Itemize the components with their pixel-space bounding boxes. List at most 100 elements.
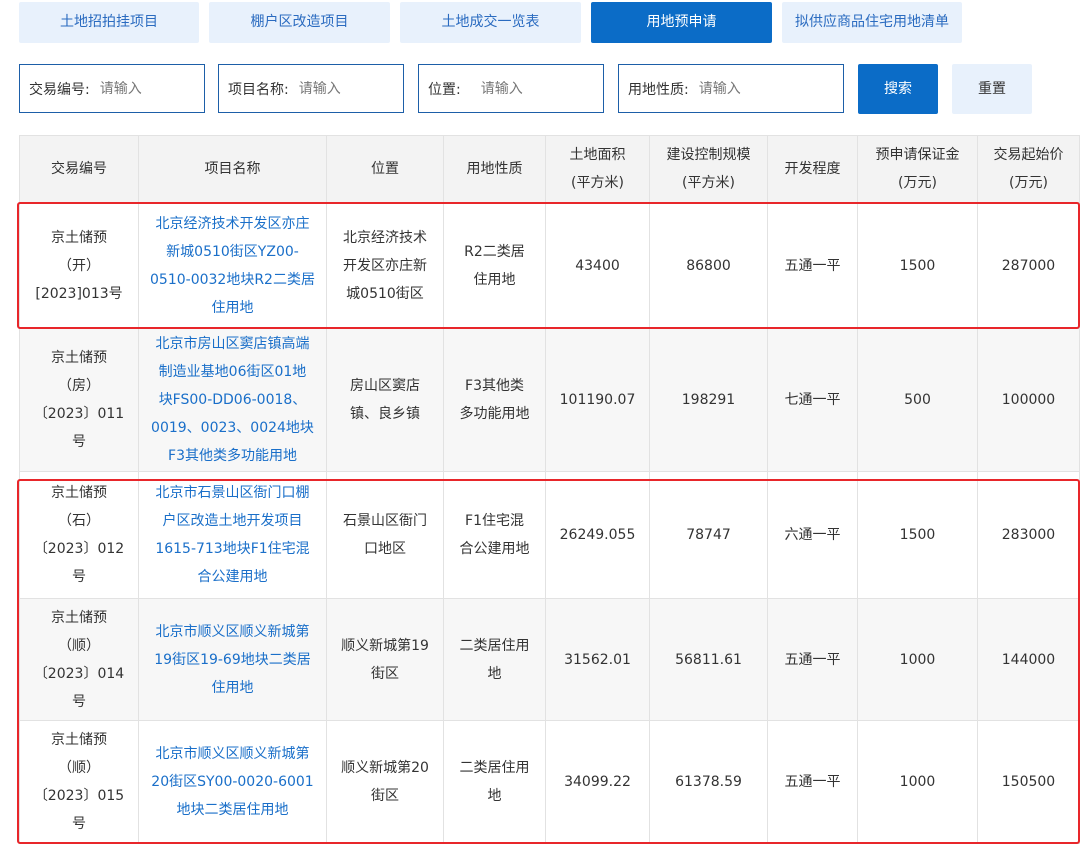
project-name-link[interactable]: 北京市顺义区顺义新城第 20街区SY00-0020-6001 地块二类居住用地	[138, 720, 327, 844]
project-name-link[interactable]: 北京经济技术开发区亦庄 新城0510街区YZ00- 0510-0032地块R2二类居…	[138, 202, 327, 329]
build-scale-cell: 198291	[649, 328, 768, 472]
project-name-link-line[interactable]: 户区改造土地开发项目	[163, 513, 303, 529]
trade-id-cell-line: （顺）	[58, 637, 100, 654]
land-use-cell: F1住宅混 合公建用地	[443, 471, 546, 599]
trade-id-cell-line: （房）	[58, 378, 100, 394]
land-use-cell-line: 地	[487, 788, 502, 804]
start-price-cell: 100000	[977, 328, 1080, 472]
trade-id-input[interactable]	[99, 80, 204, 97]
land-use-cell-line: F3其他类	[465, 378, 524, 394]
project-name-link[interactable]: 北京市房山区窦店镇高端 制造业基地06街区01地 块FS00-DD06-0018、 0…	[138, 328, 327, 472]
trade-id-field: 交易编号:	[19, 64, 205, 113]
land-area-cell: 34099.22	[545, 720, 650, 844]
tab-land-deal-list[interactable]: 土地成交一览表	[400, 2, 581, 43]
deposit-cell: 1500	[857, 471, 978, 599]
dev-level-cell: 五通一平	[767, 720, 858, 844]
location-cell-line: 开发区亦庄新	[343, 257, 427, 274]
header-land-use: 用地性质	[443, 135, 546, 203]
land-use-cell-line: 合公建用地	[459, 541, 530, 557]
location-cell-line: 顺义新城第19	[341, 637, 429, 654]
trade-id-cell-line: 号	[72, 816, 86, 832]
header-line: 交易编号	[51, 161, 107, 177]
land-use-cell: R2二类居 住用地	[443, 202, 546, 329]
trade-id-cell-line: 号	[72, 693, 86, 710]
header-line: 交易起始价	[993, 147, 1064, 163]
deposit-cell: 1000	[857, 598, 978, 721]
project-name-link-line[interactable]: 合公建用地	[198, 569, 268, 585]
header-dev-level: 开发程度	[767, 135, 858, 203]
trade-id-cell-line: 〔2023〕012	[33, 541, 125, 557]
project-name-link-line[interactable]: 北京市顺义区顺义新城第	[156, 746, 310, 762]
header-start-price: 交易起始价 (万元)	[977, 135, 1080, 203]
trade-id-cell-line: 〔2023〕015	[33, 788, 125, 804]
project-name-link-line[interactable]: F3其他类多功能用地	[168, 448, 297, 464]
project-name-link-line[interactable]: 住用地	[212, 300, 254, 316]
tab-land-pre-application[interactable]: 用地预申请	[591, 2, 772, 43]
land-area-cell: 101190.07	[545, 328, 650, 472]
project-name-link-line[interactable]: 0019、0023、0024地块	[151, 420, 314, 436]
location-cell-line: 石景山区衙门	[343, 513, 427, 529]
trade-id-cell-line: 号	[72, 569, 86, 585]
location-cell-line: 顺义新城第20	[341, 760, 429, 776]
project-name-field: 项目名称:	[218, 64, 404, 113]
project-name-link-line[interactable]: 19街区19-69地块二类居	[154, 652, 311, 668]
results-table: 交易编号 项目名称 位置 用地性质 土地面积 (平方米) 建设控制规模 (平方米) 开发程度 预申…	[19, 135, 1080, 844]
project-name-link-line[interactable]: 北京市石景山区衙门口棚	[156, 485, 310, 501]
project-name-link-line[interactable]: 地块二类居住用地	[177, 802, 289, 818]
build-scale-cell: 86800	[649, 202, 768, 329]
trade-id-cell-line: 〔2023〕011	[33, 406, 125, 422]
land-use-field: 用地性质:	[618, 64, 844, 113]
land-use-cell-line: R2二类居	[464, 243, 525, 260]
dev-level-cell: 七通一平	[767, 328, 858, 472]
search-button[interactable]: 搜索	[858, 64, 938, 114]
trade-id-cell: 京土储预 （石） 〔2023〕012 号	[19, 471, 139, 599]
tab-land-auction[interactable]: 土地招拍挂项目	[19, 2, 199, 43]
project-name-link-line[interactable]: 住用地	[212, 680, 254, 696]
deposit-cell: 1500	[857, 202, 978, 329]
table-row: 京土储预 （房） 〔2023〕011 号 北京市房山区窦店镇高端 制造业基地06街区01地…	[19, 328, 1080, 472]
trade-id-cell-line: 京土储预	[51, 732, 107, 748]
header-line: 建设控制规模	[666, 147, 751, 163]
trade-id-cell-line: 号	[72, 434, 86, 450]
reset-button[interactable]: 重置	[952, 64, 1032, 114]
project-name-link-line[interactable]: 北京市房山区窦店镇高端	[156, 336, 310, 352]
header-line: (万元)	[1009, 175, 1048, 191]
dev-level-cell: 五通一平	[767, 202, 858, 329]
header-line: 用地性质	[466, 161, 523, 177]
project-name-link-line[interactable]: 0510-0032地块R2二类居	[150, 272, 315, 288]
start-price-cell: 283000	[977, 471, 1080, 599]
project-name-link-line[interactable]: 块FS00-DD06-0018、	[159, 392, 307, 408]
project-name-link-line[interactable]: 20街区SY00-0020-6001	[151, 774, 313, 790]
location-cell-line: 镇、良乡镇	[350, 406, 420, 422]
land-use-input[interactable]	[698, 80, 843, 97]
project-name-link[interactable]: 北京市顺义区顺义新城第 19街区19-69地块二类居 住用地	[138, 598, 327, 721]
location-input[interactable]	[480, 80, 603, 97]
project-name-link-line[interactable]: 制造业基地06街区01地	[159, 364, 307, 380]
project-name-link-line[interactable]: 1615-713地块F1住宅混	[155, 541, 309, 557]
trade-id-cell-line: 〔2023〕014	[33, 665, 125, 682]
header-line: 开发程度	[784, 161, 841, 177]
land-use-cell: 二类居住用地	[443, 720, 546, 844]
header-line: 土地面积	[569, 147, 626, 163]
tab-shantytown-renovation[interactable]: 棚户区改造项目	[209, 2, 390, 43]
project-name-link[interactable]: 北京市石景山区衙门口棚 户区改造土地开发项目 1615-713地块F1住宅混 合公建用…	[138, 471, 327, 599]
location-cell-line: 街区	[371, 788, 399, 804]
land-use-cell: 二类居住用地	[443, 598, 546, 721]
header-line: (万元)	[898, 175, 937, 191]
header-line: 项目名称	[204, 161, 261, 177]
land-use-cell-line: 多功能用地	[459, 406, 530, 422]
table-row: 京土储预 （开） [2023]013号 北京经济技术开发区亦庄 新城0510街区YZ00…	[19, 202, 1080, 329]
project-name-link-line[interactable]: 北京市顺义区顺义新城第	[156, 624, 310, 640]
project-name-link-line[interactable]: 新城0510街区YZ00-	[166, 244, 299, 260]
trade-id-cell-line: 京土储预	[51, 609, 107, 626]
project-name-link-line[interactable]: 北京经济技术开发区亦庄	[156, 216, 310, 232]
land-use-cell: F3其他类多功能用地	[443, 328, 546, 472]
table-header: 交易编号 项目名称 位置 用地性质 土地面积 (平方米) 建设控制规模 (平方米) 开发程度 预申…	[19, 135, 1080, 203]
tab-residential-supply-list[interactable]: 拟供应商品住宅用地清单	[782, 2, 962, 43]
land-use-cell-line: 二类居住用	[459, 760, 530, 776]
location-cell: 北京经济技术 开发区亦庄新 城0510街区	[326, 202, 444, 329]
land-use-cell-line: 二类居住用	[459, 637, 530, 654]
build-scale-cell: 78747	[649, 471, 768, 599]
trade-id-cell: 京土储预 （顺） 〔2023〕014 号	[19, 598, 139, 721]
project-name-input[interactable]	[298, 80, 403, 97]
